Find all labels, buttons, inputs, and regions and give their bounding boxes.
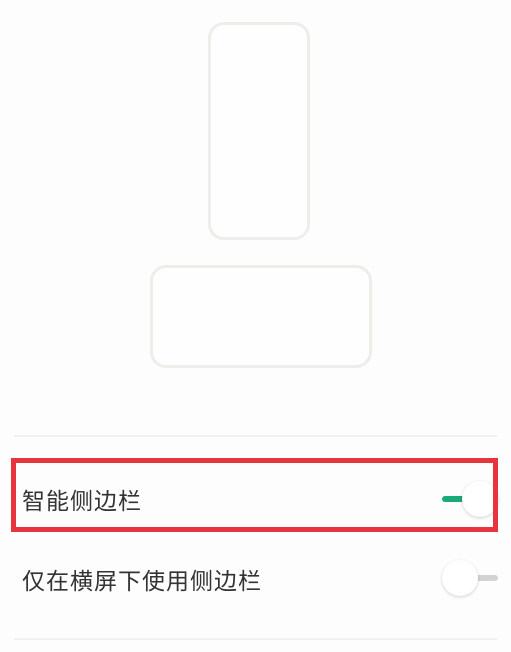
setting-row-smart-sidebar[interactable]: 智能侧边栏: [0, 464, 511, 534]
setting-row-landscape-only[interactable]: 仅在横屏下使用侧边栏: [0, 544, 511, 614]
toggle-knob: [462, 481, 498, 517]
divider: [14, 638, 497, 640]
portrait-phone-illustration: [208, 22, 310, 240]
smart-sidebar-settings-page: 智能侧边栏 仅在横屏下使用侧边栏: [0, 0, 511, 652]
landscape-only-toggle[interactable]: [442, 560, 500, 596]
setting-label-smart-sidebar: 智能侧边栏: [22, 489, 142, 515]
smart-sidebar-toggle[interactable]: [440, 481, 498, 517]
landscape-phone-illustration: [150, 265, 372, 368]
setting-label-landscape-only: 仅在横屏下使用侧边栏: [22, 569, 262, 595]
divider: [14, 435, 497, 437]
toggle-knob: [442, 560, 478, 596]
